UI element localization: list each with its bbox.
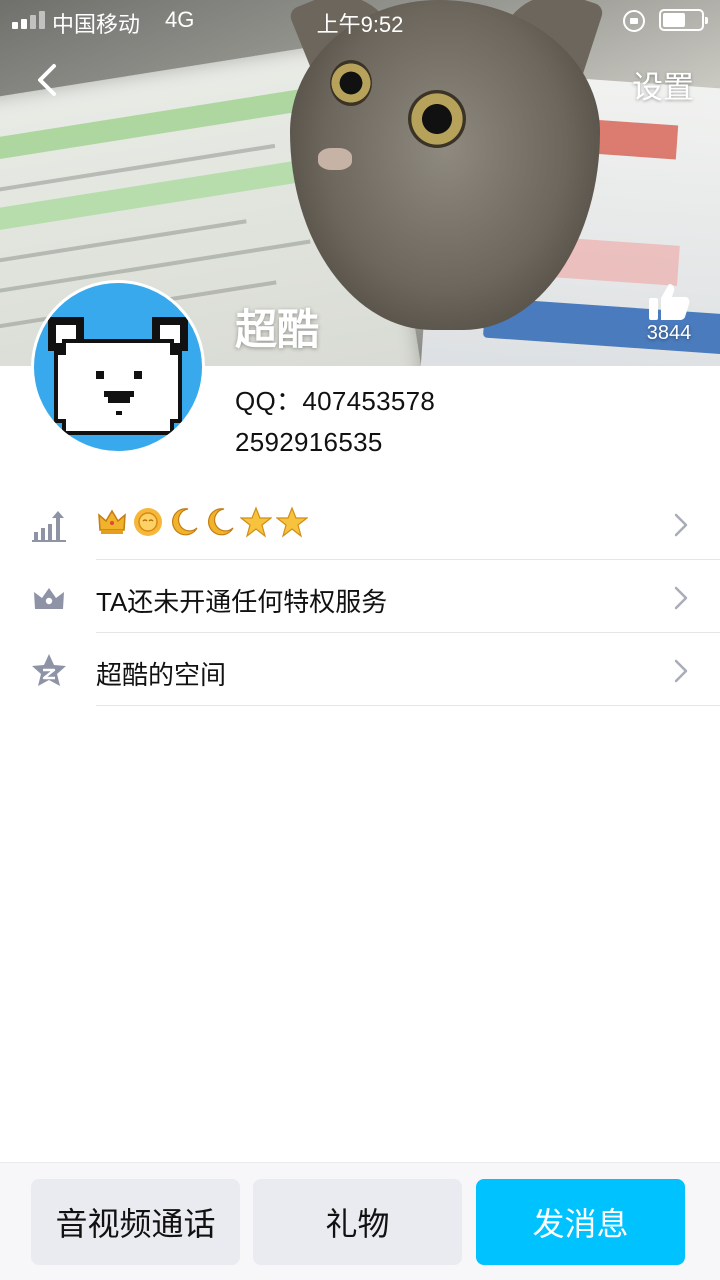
cat-eye-left	[330, 60, 372, 106]
pixel-bear-avatar-image	[48, 317, 188, 435]
moon-icon	[207, 508, 234, 536]
nickname: 超酷	[235, 306, 320, 353]
chevron-right-icon	[674, 659, 688, 683]
star-icon	[276, 506, 308, 538]
privilege-row[interactable]: TA还未开通任何特权服务	[0, 560, 720, 633]
cat-eye-right	[408, 90, 466, 148]
level-icon	[32, 511, 66, 542]
sun-icon	[134, 508, 162, 536]
space-row[interactable]: 超酷的空间	[0, 633, 720, 706]
status-time: 上午9:52	[316, 12, 404, 37]
space-label: 超酷的空间	[96, 660, 227, 690]
level-badges	[96, 506, 308, 538]
like-count: 3844	[646, 322, 692, 344]
profile-list: TA还未开通任何特权服务 超酷的空间	[0, 487, 720, 706]
send-message-button[interactable]: 发消息	[476, 1179, 685, 1265]
star-icon	[240, 506, 272, 538]
level-row[interactable]	[0, 487, 720, 560]
moon-icon	[171, 508, 198, 536]
status-bar: 中国移动 4G 上午9:52	[0, 0, 720, 40]
back-button[interactable]	[28, 58, 72, 102]
avatar[interactable]	[31, 280, 205, 454]
crown-icon	[98, 509, 126, 534]
thumbs-up-icon	[649, 284, 690, 320]
qq-number: QQ：407453578	[235, 386, 436, 416]
chevron-right-icon	[674, 586, 688, 610]
bottom-action-bar: 音视频通话 礼物 发消息	[0, 1162, 720, 1280]
rotation-lock-icon	[623, 10, 645, 32]
privilege-label: TA还未开通任何特权服务	[96, 587, 388, 617]
chevron-right-icon	[674, 513, 688, 537]
profile-screen: 中国移动 4G 上午9:52 设置 3844 超酷 QQ：407453578 2…	[0, 0, 720, 1280]
cat-nose	[318, 148, 352, 170]
divider	[96, 705, 720, 706]
qzone-star-icon	[32, 654, 66, 686]
like-button[interactable]: 3844	[634, 282, 704, 352]
chevron-left-icon	[38, 64, 56, 96]
secondary-id: 2592916535	[235, 427, 383, 457]
gift-button[interactable]: 礼物	[253, 1179, 462, 1265]
crown-outline-icon	[34, 588, 64, 609]
settings-button[interactable]: 设置	[632, 62, 694, 107]
battery-icon	[659, 9, 708, 31]
av-call-button[interactable]: 音视频通话	[31, 1179, 240, 1265]
